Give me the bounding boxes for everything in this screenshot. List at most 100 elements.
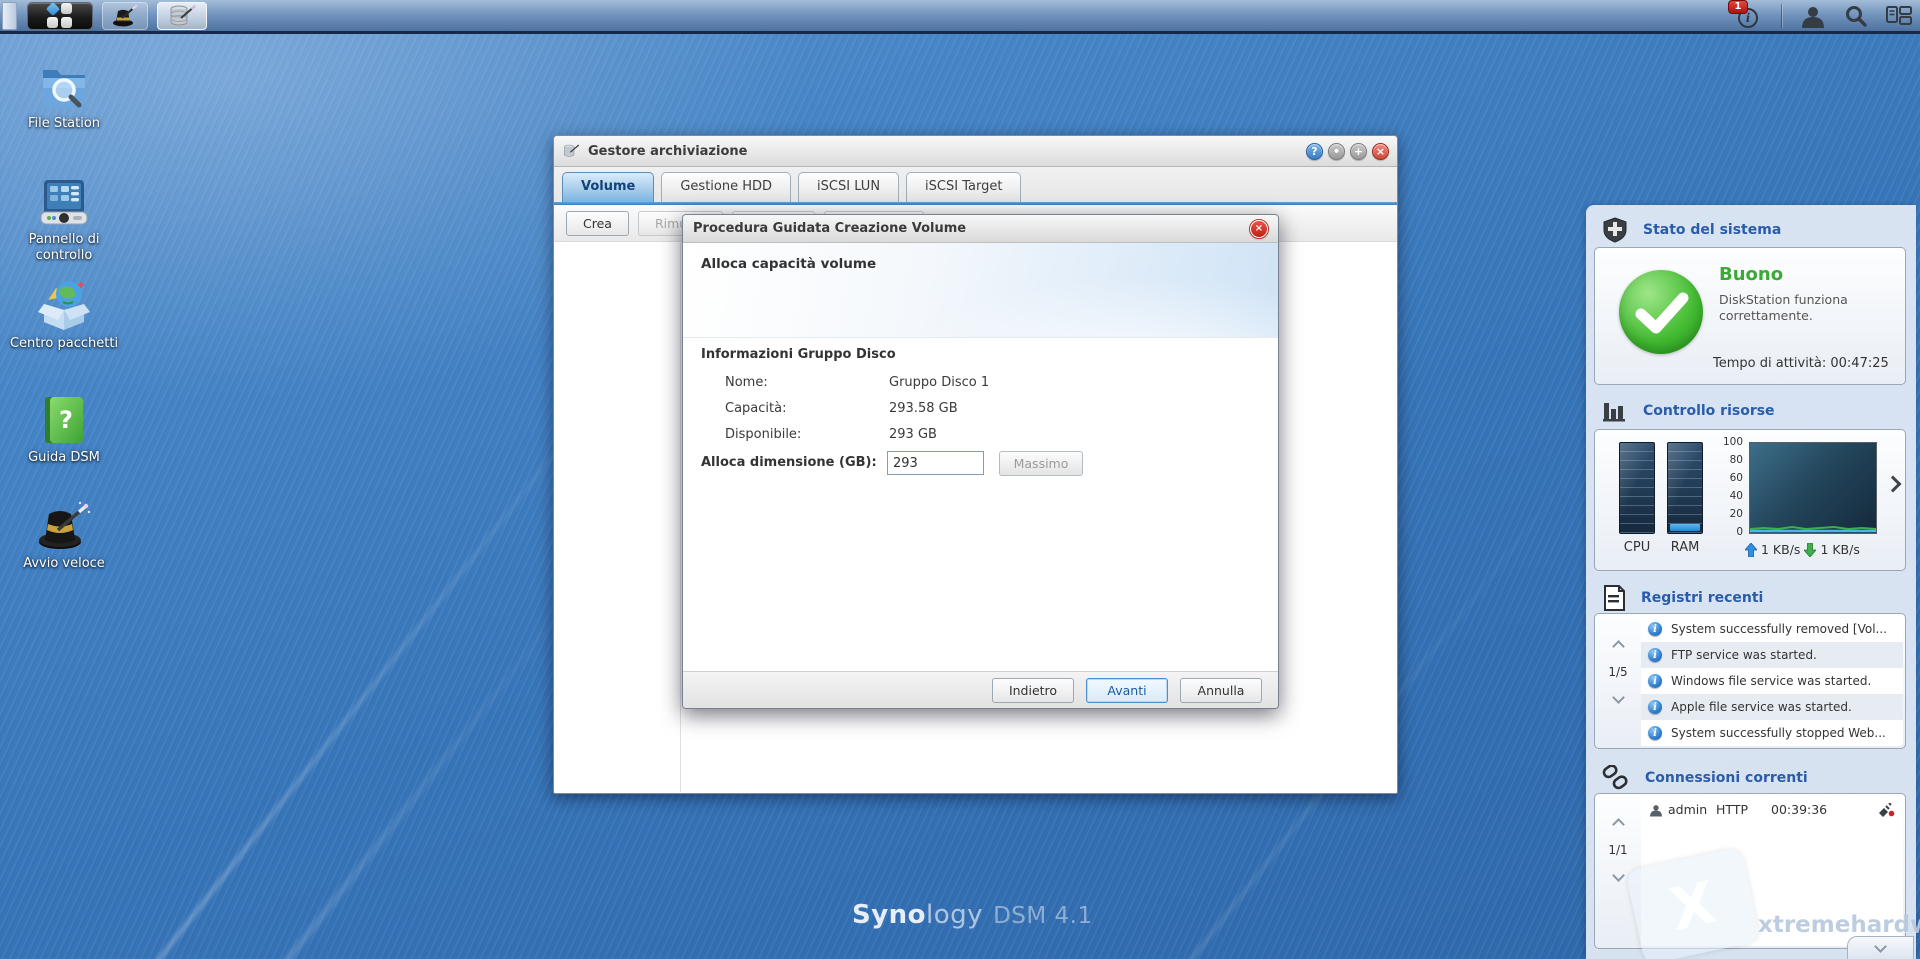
desktop-icon-avvio-veloce[interactable]: Avvio veloce <box>8 500 120 572</box>
log-row: i FTP service was started. <box>1641 642 1903 668</box>
window-titlebar[interactable]: Gestore archiviazione ? • + × <box>554 136 1397 167</box>
search-icon[interactable] <box>1844 4 1868 28</box>
page-up-icon[interactable] <box>1612 818 1625 831</box>
active-tab-underline <box>554 202 1397 205</box>
tab-iscsi-lun[interactable]: iSCSI LUN <box>798 172 899 202</box>
page-indicator: 1/5 <box>1608 665 1627 679</box>
connection-user: admin <box>1668 802 1716 817</box>
annulla-button[interactable]: Annulla <box>1180 678 1262 703</box>
traffic-rates: 1 KB/s 1 KB/s <box>1745 542 1860 557</box>
disconnect-icon[interactable] <box>1878 803 1895 817</box>
log-message: System successfully removed [Vol... <box>1671 622 1887 636</box>
light-streak <box>0 577 588 959</box>
system-status-description: DiskStation funziona correttamente. <box>1719 292 1879 325</box>
crea-button[interactable]: Crea <box>566 211 629 236</box>
quick-start-hat-icon <box>36 500 92 552</box>
desktop-icon-label: Guida DSM <box>8 450 120 466</box>
desktop-icon-centro-pacchetti[interactable]: Centro pacchetti <box>8 278 120 352</box>
info-icon: i <box>1648 622 1662 636</box>
allocate-size-input[interactable] <box>887 451 984 475</box>
resource-monitor-panel: CPU RAM 100 80 60 40 20 0 1 KB/s 1 KB/s <box>1594 429 1906 571</box>
package-center-icon <box>36 278 92 332</box>
info-icon: i <box>1648 700 1662 714</box>
desktop-icon-file-station[interactable]: File Station <box>8 60 120 132</box>
volume-list-pane[interactable] <box>555 243 681 792</box>
user-menu-icon[interactable] <box>1800 4 1826 28</box>
taskbar-app-avvio-veloce[interactable] <box>102 2 148 30</box>
main-menu-button[interactable] <box>27 2 93 30</box>
indietro-button[interactable]: Indietro <box>992 678 1074 703</box>
desktop-icon-pannello-di-controllo[interactable]: Pannello di controllo <box>8 176 120 265</box>
show-desktop-button[interactable] <box>2 2 17 30</box>
system-uptime: Tempo di attività: 00:47:25 <box>1713 356 1889 371</box>
xtremehardware-watermark: xtremehardware.com <box>1758 912 1920 938</box>
log-row: i Windows file service was started. <box>1641 668 1903 694</box>
connection-protocol: HTTP <box>1716 802 1771 817</box>
page-down-icon[interactable] <box>1612 691 1625 704</box>
window-close-button[interactable]: × <box>1372 143 1389 160</box>
log-message: Windows file service was started. <box>1671 674 1871 688</box>
page-up-icon[interactable] <box>1612 640 1625 653</box>
volume-creation-wizard-dialog: Procedura Guidata Creazione Volume × All… <box>682 214 1279 709</box>
window-controls: ? • + × <box>1306 143 1389 160</box>
info-row-value: Gruppo Disco 1 <box>889 375 989 390</box>
connections-header: Connessioni correnti <box>1602 765 1808 791</box>
cpu-label: CPU <box>1619 540 1655 555</box>
allocate-size-label: Alloca dimensione (GB): <box>701 455 877 470</box>
log-message: System successfully stopped Web... <box>1671 726 1886 740</box>
window-maximize-button[interactable]: + <box>1350 143 1367 160</box>
dialog-close-button[interactable]: × <box>1250 220 1268 238</box>
info-icon: i <box>1648 648 1662 662</box>
info-row-label: Disponibile: <box>725 427 801 442</box>
page-down-icon[interactable] <box>1612 869 1625 882</box>
ram-label: RAM <box>1667 540 1703 555</box>
dialog-title: Procedura Guidata Creazione Volume <box>693 221 1250 236</box>
window-minimize-button[interactable]: • <box>1328 143 1345 160</box>
system-status-header: Stato del sistema <box>1602 217 1781 243</box>
recent-logs-header: Registri recenti <box>1602 585 1763 611</box>
widget-title: Connessioni correnti <box>1645 770 1808 786</box>
desktop-icon-label: File Station <box>8 116 120 132</box>
pilot-view-icon[interactable] <box>1886 5 1912 27</box>
download-rate: 1 KB/s <box>1820 542 1859 557</box>
tab-strip: Volume Gestione HDD iSCSI LUN iSCSI Targ… <box>554 167 1397 205</box>
axis-tick: 20 <box>1717 508 1743 520</box>
upload-arrow-icon <box>1745 543 1757 557</box>
window-title: Gestore archiviazione <box>588 144 1298 159</box>
tab-volume[interactable]: Volume <box>562 172 654 202</box>
control-panel-icon <box>37 176 91 228</box>
log-list: i System successfully removed [Vol... i … <box>1641 616 1903 746</box>
bar-chart-icon <box>1602 399 1628 423</box>
taskbar-app-gestore-archiviazione[interactable] <box>157 2 207 30</box>
disk-group-section-title: Informazioni Gruppo Disco <box>701 347 896 362</box>
dsm-version: DSM 4.1 <box>993 903 1093 929</box>
status-ok-icon <box>1619 270 1703 354</box>
cpu-gauge <box>1619 442 1655 534</box>
window-help-button[interactable]: ? <box>1306 143 1323 160</box>
connection-time: 00:39:36 <box>1771 802 1843 817</box>
chevron-right-icon[interactable] <box>1885 476 1902 493</box>
svg-text:?: ? <box>59 406 73 434</box>
desktop-icon-guida-dsm[interactable]: ? Guida DSM <box>8 394 120 466</box>
tab-iscsi-target[interactable]: iSCSI Target <box>906 172 1021 202</box>
logs-pager: 1/5 <box>1595 642 1641 702</box>
ram-gauge <box>1667 442 1703 534</box>
desktop-icon-label: Pannello di controllo <box>8 232 120 265</box>
avanti-button[interactable]: Avanti <box>1086 678 1168 703</box>
massimo-button[interactable]: Massimo <box>999 451 1083 476</box>
log-message: FTP service was started. <box>1671 648 1817 662</box>
system-status-panel: Buono DiskStation funziona correttamente… <box>1594 247 1906 385</box>
dsm-help-icon: ? <box>39 394 89 446</box>
file-station-icon <box>37 60 91 112</box>
notifications-button[interactable]: i 1 <box>1737 3 1763 29</box>
sidebar-collapse-tab[interactable] <box>1847 936 1914 959</box>
info-row-label: Capacità: <box>725 401 786 416</box>
taskbar-tray: i 1 <box>1737 0 1912 31</box>
dialog-body: Informazioni Gruppo Disco Nome: Gruppo D… <box>683 339 1278 671</box>
dialog-titlebar[interactable]: Procedura Guidata Creazione Volume × <box>683 215 1278 243</box>
axis-tick: 100 <box>1717 436 1743 448</box>
notification-badge: 1 <box>1728 0 1748 14</box>
chain-link-icon <box>1602 765 1630 791</box>
tab-gestione-hdd[interactable]: Gestione HDD <box>661 172 791 202</box>
shield-icon <box>1602 217 1628 243</box>
